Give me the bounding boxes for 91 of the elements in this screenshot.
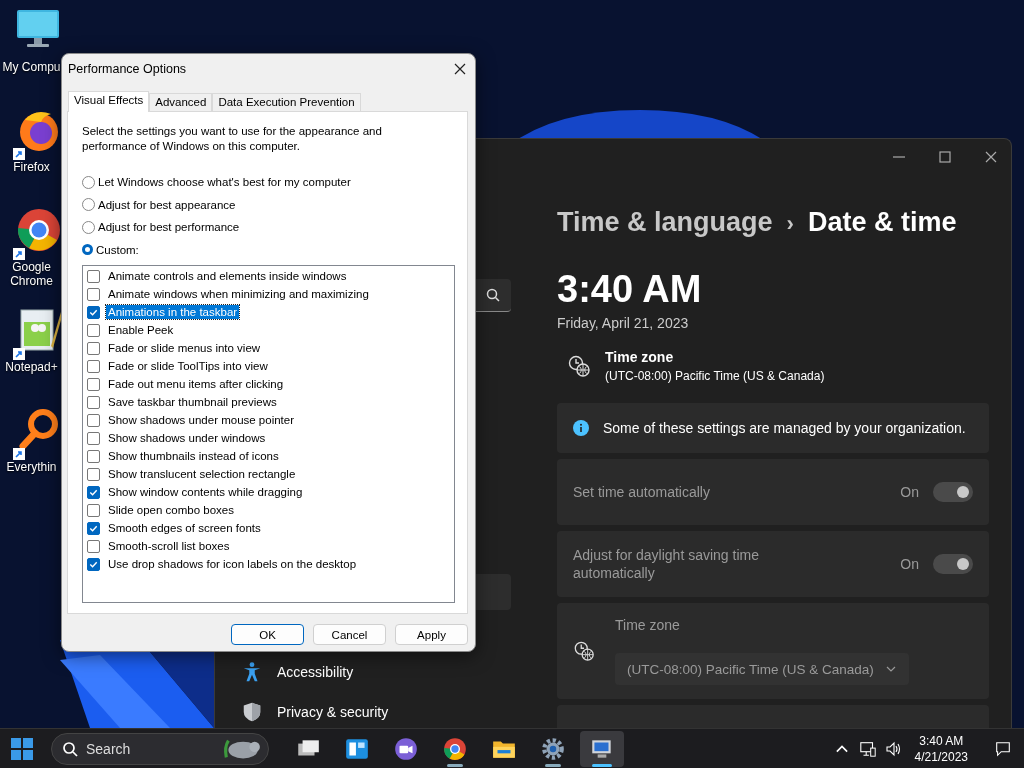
network-icon[interactable]: [858, 739, 877, 758]
checkbox-label[interactable]: Save taskbar thumbnail previews: [106, 395, 279, 409]
checkbox[interactable]: [87, 413, 100, 427]
checkbox[interactable]: [87, 485, 100, 499]
chrome-icon: [442, 735, 468, 762]
checkbox[interactable]: [87, 287, 100, 301]
notification-icon[interactable]: [994, 739, 1012, 758]
setting-label: Adjust for daylight saving time automatically: [573, 546, 760, 582]
toggle-state: On: [900, 556, 919, 572]
checkbox-label[interactable]: Fade or slide menus into view: [106, 341, 263, 355]
desktop-icon-label[interactable]: Google Chrome: [2, 260, 61, 288]
radio-button[interactable]: [82, 198, 95, 212]
breadcrumb-separator: ›: [786, 211, 794, 237]
search-icon: [62, 740, 78, 757]
clock-globe-icon: [573, 640, 595, 662]
radio-label[interactable]: Let Windows choose what's best for my computer: [98, 176, 351, 189]
checkbox-label[interactable]: Use drop shadows for icon labels on the desktop: [106, 557, 359, 571]
tab[interactable]: Data Execution Prevention: [212, 93, 361, 111]
radio-button[interactable]: [82, 244, 93, 256]
radio-button[interactable]: [82, 220, 95, 234]
notice-text: Some of these settings are managed by your organization.: [603, 420, 966, 436]
window-title: Performance Options: [68, 62, 187, 76]
checkbox[interactable]: [87, 377, 100, 391]
checkbox[interactable]: [87, 431, 100, 445]
checkbox[interactable]: [87, 395, 100, 409]
search-icon: [485, 287, 501, 303]
gear-icon: [540, 735, 566, 762]
desktop-icon-label[interactable]: My Compu: [2, 60, 61, 74]
time-zone-title: Time zone: [605, 349, 675, 365]
radio-label[interactable]: Adjust for best appearance: [98, 198, 236, 211]
checkbox-label[interactable]: Show shadows under mouse pointer: [106, 413, 297, 427]
checkbox[interactable]: [87, 449, 100, 463]
checkbox[interactable]: [87, 269, 100, 283]
radio-label[interactable]: Custom:: [96, 243, 139, 256]
radio-button[interactable]: [82, 175, 95, 189]
checkbox[interactable]: [87, 557, 100, 571]
current-date: Friday, April 21, 2023: [557, 315, 690, 331]
current-time: 3:40 AM: [557, 268, 703, 311]
breadcrumb-link[interactable]: Time & language: [557, 207, 773, 238]
checkbox-label[interactable]: Show thumbnails instead of icons: [106, 449, 281, 463]
nav-item[interactable]: Accessibility: [241, 652, 527, 692]
desktop-icon-label[interactable]: Firefox: [13, 160, 50, 174]
checkbox[interactable]: [87, 359, 100, 373]
setting-label: Set time automatically: [573, 483, 711, 501]
close-icon[interactable]: [453, 62, 467, 76]
search-input[interactable]: Search: [78, 739, 220, 758]
accessibility-icon: [241, 661, 263, 683]
description-text: Select the settings you want to use for the appearance and performance of Windows on this computer.: [82, 124, 383, 154]
checkbox-label[interactable]: Fade out menu items after clicking: [106, 377, 286, 391]
checkbox-label[interactable]: Slide open combo boxes: [106, 503, 236, 517]
checkbox-label[interactable]: Show translucent selection rectangle: [106, 467, 298, 481]
start-icon[interactable]: [10, 736, 34, 761]
video-chat-icon: [393, 735, 419, 762]
checkbox-label[interactable]: Smooth-scroll list boxes: [106, 539, 232, 553]
checkbox[interactable]: [87, 467, 100, 481]
checkbox[interactable]: [87, 323, 100, 337]
checkbox-label[interactable]: Show window contents while dragging: [106, 485, 305, 499]
checkbox[interactable]: [87, 521, 100, 535]
page-title: Date & time: [807, 207, 957, 238]
checkbox[interactable]: [87, 503, 100, 517]
desktop-icon-label[interactable]: Everythin: [6, 460, 57, 474]
radio-label[interactable]: Adjust for best performance: [98, 221, 240, 234]
dialog-button[interactable]: Cancel: [313, 624, 386, 645]
toggle-state: On: [900, 484, 919, 500]
time-zone-value: (UTC-08:00) Pacific Time (US & Canada): [605, 369, 825, 383]
checkbox-label[interactable]: Animate windows when minimizing and maximizing: [106, 287, 371, 301]
shield-icon: [241, 701, 263, 723]
checkbox-label[interactable]: Fade or slide ToolTips into view: [106, 359, 270, 373]
info-icon: [573, 420, 589, 436]
volume-icon[interactable]: [884, 739, 903, 758]
checkbox[interactable]: [87, 341, 100, 355]
clock-button[interactable]: 3:40 AM 4/21/2023: [914, 732, 968, 765]
maximize-icon[interactable]: [937, 149, 953, 165]
checkbox-label[interactable]: Enable Peek: [106, 323, 176, 337]
checkbox-label[interactable]: Smooth edges of screen fonts: [106, 521, 263, 535]
dialog-button[interactable]: OK: [231, 624, 304, 645]
taskbar-button[interactable]: [580, 730, 624, 767]
close-icon[interactable]: [983, 149, 999, 165]
checkbox-label[interactable]: Animations in the taskbar: [106, 305, 240, 319]
nav-item[interactable]: Privacy & security: [241, 692, 527, 732]
search-box[interactable]: Search: [51, 732, 269, 765]
desktop-icon-label[interactable]: Notepad+: [5, 360, 58, 374]
clock-globe-icon: [567, 354, 591, 378]
tab[interactable]: Advanced: [149, 93, 213, 111]
checkbox-label[interactable]: Animate controls and elements inside windows: [106, 269, 349, 283]
checkbox[interactable]: [87, 305, 100, 319]
setting-label: Time zone: [615, 617, 681, 633]
tab[interactable]: Visual Effects: [68, 91, 150, 112]
checkbox[interactable]: [87, 539, 100, 553]
checkbox-label[interactable]: Show shadows under windows: [106, 431, 268, 445]
dialog-button[interactable]: Apply: [395, 624, 468, 645]
